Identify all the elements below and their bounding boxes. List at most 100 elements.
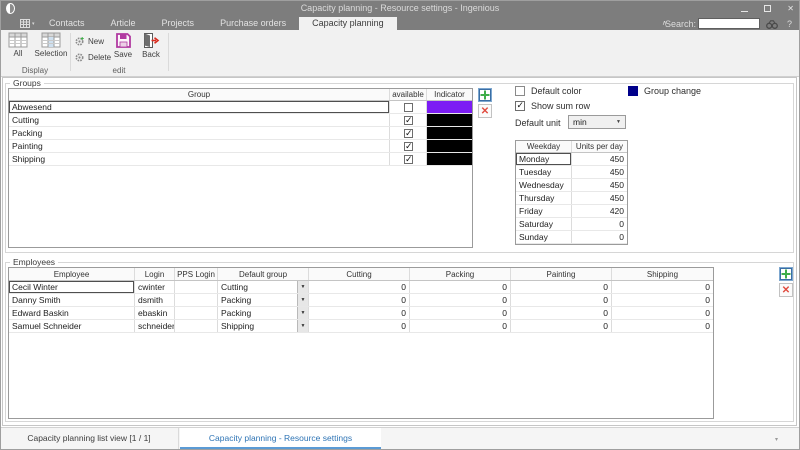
available-cell[interactable] — [390, 153, 427, 165]
default-group-dropdown[interactable]: Shipping — [218, 320, 309, 332]
employee-cell[interactable]: Danny Smith — [9, 294, 135, 306]
all-button[interactable]: All — [4, 32, 32, 66]
group-name-cell[interactable]: Cutting — [9, 114, 390, 126]
weekday-cell[interactable]: Thursday — [516, 192, 572, 204]
view-tab[interactable]: Capacity planning list view [1 / 1] — [0, 428, 179, 450]
menu-tab[interactable]: Contacts — [36, 17, 98, 30]
packing-cell[interactable]: 0 — [410, 281, 511, 293]
maximize-button[interactable] — [764, 4, 772, 14]
default-group-dropdown[interactable]: Packing — [218, 307, 309, 319]
units-cell[interactable]: 0 — [572, 231, 627, 243]
app-menu-icon[interactable]: ▾ — [20, 19, 35, 28]
default-color-swatch[interactable] — [515, 86, 525, 96]
packing-column-header: Packing — [410, 268, 511, 280]
weekday-cell[interactable]: Wednesday — [516, 179, 572, 191]
group-name-cell[interactable]: Shipping — [9, 153, 390, 165]
pps-login-cell[interactable] — [175, 281, 218, 293]
delete-group-button[interactable]: ✕ — [478, 104, 492, 118]
login-cell[interactable]: dsmith — [135, 294, 175, 306]
weekday-cell[interactable]: Tuesday — [516, 166, 572, 178]
chevron-down-icon[interactable] — [297, 307, 308, 319]
weekday-cell[interactable]: Friday — [516, 205, 572, 217]
selection-button[interactable]: Selection — [34, 32, 68, 66]
packing-cell[interactable]: 0 — [410, 294, 511, 306]
units-cell[interactable]: 420 — [572, 205, 627, 217]
available-checkbox[interactable] — [403, 127, 413, 139]
minimize-button[interactable] — [741, 4, 749, 14]
delete-x-icon: ✕ — [781, 284, 791, 296]
weekday-cell[interactable]: Monday — [516, 153, 572, 165]
painting-cell[interactable]: 0 — [511, 320, 612, 332]
save-button[interactable]: Save — [110, 32, 136, 66]
units-cell[interactable]: 450 — [572, 166, 627, 178]
available-cell[interactable] — [390, 101, 427, 113]
shipping-cell[interactable]: 0 — [612, 281, 713, 293]
packing-cell[interactable]: 0 — [410, 320, 511, 332]
group-change-swatch[interactable] — [628, 86, 638, 96]
cutting-cell[interactable]: 0 — [309, 294, 410, 306]
login-cell[interactable]: ebaskin — [135, 307, 175, 319]
show-sum-row-checkbox[interactable] — [515, 100, 525, 111]
delete-button[interactable]: Delete — [74, 51, 111, 63]
weekday-cell[interactable]: Saturday — [516, 218, 572, 230]
available-checkbox[interactable] — [403, 140, 413, 152]
chevron-down-icon[interactable] — [297, 320, 308, 332]
units-cell[interactable]: 0 — [572, 218, 627, 230]
indicator-swatch[interactable] — [427, 140, 472, 152]
painting-cell[interactable]: 0 — [511, 294, 612, 306]
available-cell[interactable] — [390, 127, 427, 139]
new-button[interactable]: New — [74, 35, 104, 47]
units-cell[interactable]: 450 — [572, 153, 627, 165]
back-button[interactable]: Back — [138, 32, 164, 66]
view-tab[interactable]: Capacity planning - Resource settings — [180, 428, 381, 450]
available-checkbox[interactable] — [403, 102, 413, 112]
indicator-swatch[interactable] — [427, 114, 472, 126]
available-checkbox[interactable] — [403, 114, 413, 126]
shipping-cell[interactable]: 0 — [612, 294, 713, 306]
add-group-button[interactable] — [478, 88, 492, 102]
default-group-dropdown[interactable]: Cutting — [218, 281, 309, 293]
pps-login-cell[interactable] — [175, 307, 218, 319]
shipping-cell[interactable]: 0 — [612, 320, 713, 332]
packing-cell[interactable]: 0 — [410, 307, 511, 319]
add-employee-button[interactable] — [779, 267, 793, 281]
indicator-swatch[interactable] — [427, 153, 472, 165]
painting-cell[interactable]: 0 — [511, 281, 612, 293]
available-cell[interactable] — [390, 114, 427, 126]
menu-tab[interactable]: Capacity planning — [299, 17, 397, 30]
login-cell[interactable]: schneider — [135, 320, 175, 332]
units-cell[interactable]: 450 — [572, 192, 627, 204]
chevron-down-icon[interactable] — [297, 281, 308, 293]
available-cell[interactable] — [390, 140, 427, 152]
employee-cell[interactable]: Edward Baskin — [9, 307, 135, 319]
help-button[interactable]: ? — [787, 19, 792, 29]
pps-login-cell[interactable] — [175, 294, 218, 306]
chevron-down-icon[interactable] — [297, 294, 308, 306]
group-name-cell[interactable]: Abwesend — [9, 101, 390, 113]
shipping-cell[interactable]: 0 — [612, 307, 713, 319]
search-input[interactable] — [698, 18, 760, 29]
menu-tab[interactable]: Projects — [149, 17, 208, 30]
pps-login-cell[interactable] — [175, 320, 218, 332]
units-cell[interactable]: 450 — [572, 179, 627, 191]
indicator-swatch[interactable] — [427, 127, 472, 139]
employee-cell[interactable]: Samuel Schneider — [9, 320, 135, 332]
painting-cell[interactable]: 0 — [511, 307, 612, 319]
menu-tab[interactable]: Article — [98, 17, 149, 30]
close-button[interactable]: ✕ — [787, 4, 794, 13]
cutting-cell[interactable]: 0 — [309, 307, 410, 319]
tab-overflow-icon[interactable]: ▾ — [775, 436, 778, 443]
group-name-cell[interactable]: Packing — [9, 127, 390, 139]
cutting-cell[interactable]: 0 — [309, 320, 410, 332]
menu-tab[interactable]: Purchase orders — [207, 17, 299, 30]
indicator-swatch[interactable] — [427, 101, 472, 113]
employee-cell[interactable]: Cecil Winter — [9, 281, 135, 293]
login-cell[interactable]: cwinter — [135, 281, 175, 293]
cutting-cell[interactable]: 0 — [309, 281, 410, 293]
available-checkbox[interactable] — [403, 153, 413, 165]
delete-employee-button[interactable]: ✕ — [779, 283, 793, 297]
default-group-dropdown[interactable]: Packing — [218, 294, 309, 306]
default-unit-select[interactable]: min — [568, 115, 626, 129]
weekday-cell[interactable]: Sunday — [516, 231, 572, 243]
group-name-cell[interactable]: Painting — [9, 140, 390, 152]
